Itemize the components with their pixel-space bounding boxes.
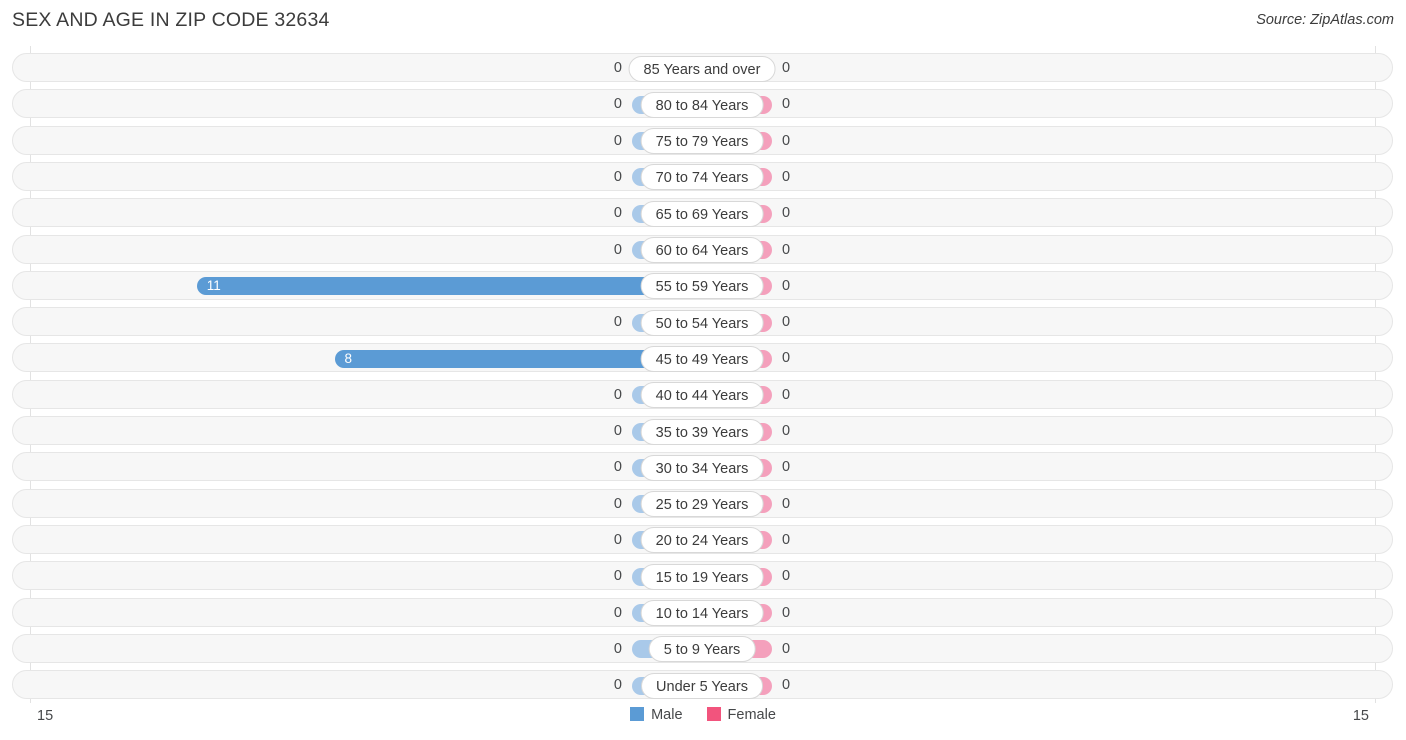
male-value-label: 0 <box>613 96 622 113</box>
female-value-label: 0 <box>782 423 791 439</box>
chart-footer: 15 15 Male Female <box>0 703 1406 740</box>
male-value-label: 0 <box>613 531 622 548</box>
age-group-label: 55 to 59 Years <box>640 273 764 300</box>
female-value-label: 0 <box>782 640 791 657</box>
legend-item[interactable]: Male <box>630 707 683 724</box>
table-row[interactable]: 0 0 10 to 14 Years <box>12 597 1393 627</box>
age-group-label: 25 to 29 Years <box>640 491 764 518</box>
table-row[interactable]: 0 0 40 to 44 Years <box>12 379 1393 409</box>
age-group-label: 45 to 49 Years <box>640 345 764 372</box>
female-value-label: 0 <box>782 168 791 185</box>
table-row[interactable]: 0 0 80 to 84 Years <box>12 89 1393 119</box>
male-value-label: 0 <box>613 205 622 222</box>
male-value-label: 0 <box>613 168 622 185</box>
table-row[interactable]: 0 11 55 to 59 Years <box>12 270 1393 300</box>
male-value-label: 0 <box>613 386 622 403</box>
table-row[interactable]: 0 0 70 to 74 Years <box>12 161 1393 191</box>
female-value-label: 0 <box>782 132 791 149</box>
table-row[interactable]: 0 0 65 to 69 Years <box>12 198 1393 228</box>
male-value-label: 0 <box>613 314 622 331</box>
chart-header: SEX AND AGE IN ZIP CODE 32634 Source: Zi… <box>0 0 1406 46</box>
table-row[interactable]: 0 0 20 to 24 Years <box>12 524 1393 554</box>
female-value-label: 0 <box>782 386 791 403</box>
female-swatch <box>706 707 721 722</box>
legend-label: Male <box>651 707 683 724</box>
male-value-label: 0 <box>613 132 622 149</box>
age-group-label: 80 to 84 Years <box>640 91 764 118</box>
table-row[interactable]: 0 0 85 Years and over <box>12 53 1393 82</box>
page-title: SEX AND AGE IN ZIP CODE 32634 <box>12 9 330 31</box>
male-value-label: 0 <box>613 677 622 694</box>
male-value-label: 0 <box>613 604 622 621</box>
table-row[interactable]: 0 0 5 to 9 Years <box>12 633 1393 663</box>
age-group-label: Under 5 Years <box>641 672 763 699</box>
table-row[interactable]: 0 0 15 to 19 Years <box>12 561 1393 591</box>
male-value-label: 0 <box>613 423 622 439</box>
table-row[interactable]: 0 0 Under 5 Years <box>12 670 1393 700</box>
female-value-label: 0 <box>782 350 791 367</box>
table-row[interactable]: 0 0 60 to 64 Years <box>12 234 1393 264</box>
male-value-label: 11 <box>206 278 221 294</box>
chart-legend: Male Female <box>0 707 1406 723</box>
female-value-label: 0 <box>782 495 791 512</box>
female-value-label: 0 <box>782 568 791 585</box>
female-value-label: 0 <box>782 277 791 294</box>
male-value-label: 0 <box>613 495 622 512</box>
table-row[interactable]: 0 0 35 to 39 Years <box>12 416 1393 445</box>
female-value-label: 0 <box>782 531 791 548</box>
age-group-label: 75 to 79 Years <box>640 128 764 155</box>
age-group-label: 15 to 19 Years <box>640 563 764 590</box>
age-group-label: 60 to 64 Years <box>640 237 764 263</box>
age-group-label: 35 to 39 Years <box>640 418 764 445</box>
age-group-label: 70 to 74 Years <box>640 164 764 191</box>
age-group-label: 30 to 34 Years <box>640 454 764 481</box>
female-value-label: 0 <box>782 459 791 476</box>
male-value-label: 0 <box>613 459 622 476</box>
age-group-label: 5 to 9 Years <box>648 636 756 663</box>
age-group-label: 50 to 54 Years <box>640 309 764 336</box>
legend-label: Female <box>727 707 776 724</box>
table-row[interactable]: 0 0 50 to 54 Years <box>12 307 1393 337</box>
age-group-label: 85 Years and over <box>628 55 776 82</box>
age-group-label: 40 to 44 Years <box>640 382 764 409</box>
male-value-label: 0 <box>613 568 622 585</box>
male-value-label: 0 <box>613 60 622 76</box>
table-row[interactable]: 0 8 45 to 49 Years <box>12 343 1393 373</box>
age-group-label: 10 to 14 Years <box>640 600 764 626</box>
age-group-label: 65 to 69 Years <box>640 200 764 227</box>
male-swatch <box>630 707 645 722</box>
female-value-label: 0 <box>782 604 791 621</box>
female-value-label: 0 <box>782 60 791 76</box>
table-row[interactable]: 0 0 75 to 79 Years <box>12 125 1393 155</box>
male-value-label: 8 <box>344 350 353 366</box>
female-value-label: 0 <box>782 205 791 222</box>
table-row[interactable]: 0 0 25 to 29 Years <box>12 488 1393 518</box>
male-bar[interactable]: 11 <box>196 277 702 296</box>
male-value-label: 0 <box>613 640 622 657</box>
population-pyramid-plot: 0 0 85 Years and over 0 0 80 to 84 Years 0 0 75 … <box>0 46 1406 703</box>
source-attribution: Source: ZipAtlas.com <box>1256 12 1394 28</box>
table-row[interactable]: 0 0 30 to 34 Years <box>12 452 1393 482</box>
age-group-label: 20 to 24 Years <box>640 527 764 554</box>
female-value-label: 0 <box>782 677 791 694</box>
male-value-label: 0 <box>613 241 622 258</box>
female-value-label: 0 <box>782 96 791 113</box>
female-value-label: 0 <box>782 241 791 258</box>
female-value-label: 0 <box>782 314 791 331</box>
legend-item[interactable]: Female <box>706 707 776 724</box>
